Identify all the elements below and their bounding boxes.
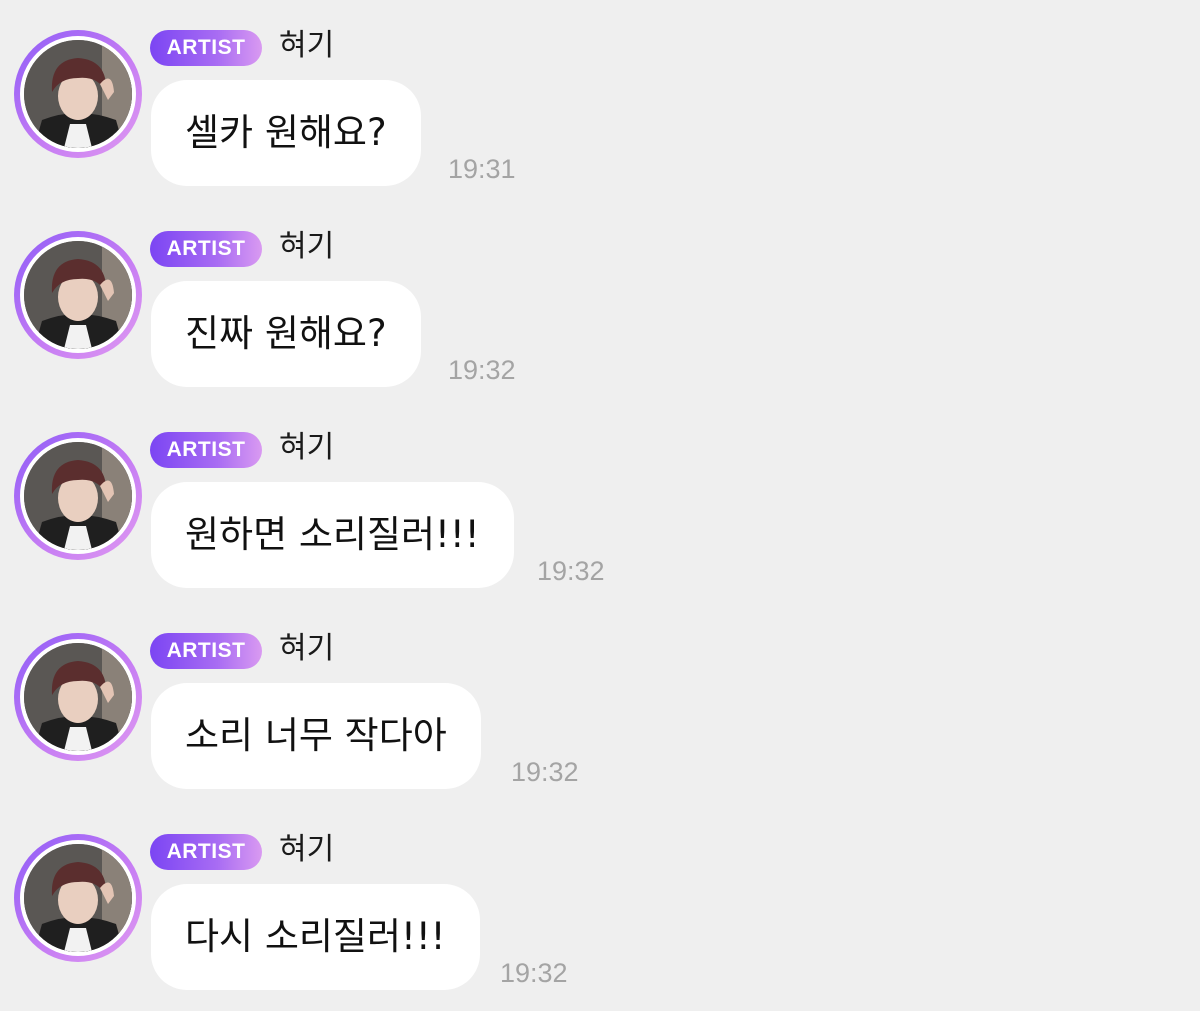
avatar[interactable]	[14, 231, 142, 359]
avatar[interactable]	[14, 432, 142, 560]
message-row: ARTIST 혀기 소리 너무 작다아 19:32	[0, 603, 1200, 804]
artist-badge: ARTIST	[150, 834, 262, 870]
message-bubble[interactable]: 셀카 원해요?	[151, 80, 421, 186]
timestamp: 19:31	[448, 154, 516, 184]
avatar[interactable]	[14, 633, 142, 761]
sender-name: 혀기	[279, 28, 335, 63]
message-bubble[interactable]: 다시 소리질러!!!	[151, 884, 480, 990]
profile-photo-icon	[24, 844, 132, 952]
sender-name: 혀기	[279, 832, 335, 867]
sender-name: 혀기	[279, 631, 335, 666]
artist-badge: ARTIST	[150, 432, 262, 468]
profile-photo-icon	[24, 442, 132, 550]
message-bubble[interactable]: 소리 너무 작다아	[151, 683, 481, 789]
chat-thread: ARTIST 혀기 셀카 원해요? 19:31 ARTIST 혀기 진짜 원해요…	[0, 0, 1200, 1011]
message-row: ARTIST 혀기 진짜 원해요? 19:32	[0, 201, 1200, 402]
sender-name: 혀기	[279, 430, 335, 465]
sender-name: 혀기	[279, 229, 335, 264]
timestamp: 19:32	[511, 757, 579, 787]
artist-badge: ARTIST	[150, 231, 262, 267]
message-row: ARTIST 혀기 다시 소리질러!!! 19:32	[0, 804, 1200, 1005]
profile-photo-icon	[24, 40, 132, 148]
avatar[interactable]	[14, 834, 142, 962]
profile-photo-icon	[24, 643, 132, 751]
timestamp: 19:32	[500, 958, 568, 988]
timestamp: 19:32	[537, 556, 605, 586]
profile-photo-icon	[24, 241, 132, 349]
artist-badge: ARTIST	[150, 30, 262, 66]
timestamp: 19:32	[448, 355, 516, 385]
avatar[interactable]	[14, 30, 142, 158]
message-bubble[interactable]: 진짜 원해요?	[151, 281, 421, 387]
message-row: ARTIST 혀기 원하면 소리질러!!! 19:32	[0, 402, 1200, 603]
artist-badge: ARTIST	[150, 633, 262, 669]
message-row: ARTIST 혀기 셀카 원해요? 19:31	[0, 0, 1200, 201]
message-bubble[interactable]: 원하면 소리질러!!!	[151, 482, 514, 588]
